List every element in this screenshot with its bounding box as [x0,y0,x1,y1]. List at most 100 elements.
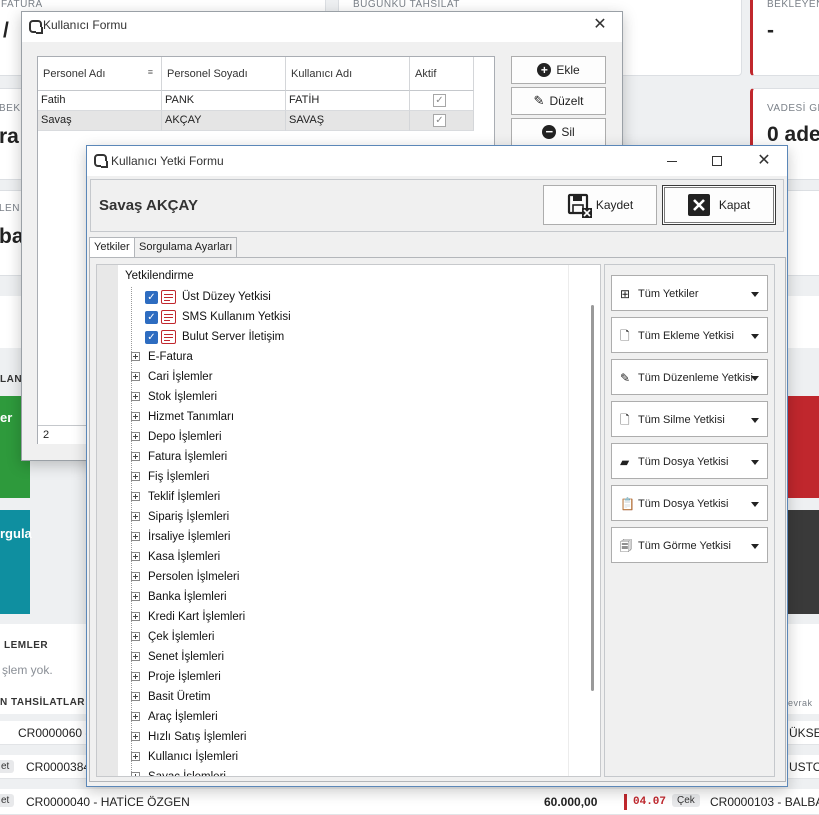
row-count: 2 [43,429,50,441]
permission-tree[interactable]: Yetkilendirme ✓ Üst Düzey Yetkisi ✓ SMS … [96,264,601,777]
tree-item-label: Üst Düzey Yetkisi [182,291,271,303]
bulk-permission-dropdown[interactable]: 🗐 Tüm Görme Yetkisi [611,527,768,563]
expand-icon[interactable] [131,732,140,741]
file-edit-icon: ✎ [620,371,631,385]
expand-icon[interactable] [131,712,140,721]
user-name-heading: Savaş AKÇAY [99,197,198,214]
expand-icon[interactable] [131,592,140,601]
teal-tile[interactable]: rgula [0,510,32,614]
expand-icon[interactable] [131,392,140,401]
tab-sorgulama-ayarlari[interactable]: Sorgulama Ayarları [134,237,238,257]
expand-icon[interactable] [131,532,140,541]
tree-group-label: Fiş İşlemleri [148,471,210,483]
row-right: ÜKSEL [789,726,819,740]
bulk-permission-dropdown[interactable]: 🗋 Tüm Silme Yetkisi [611,401,768,437]
teal-tile-label: rgula [0,526,32,541]
tree-group-label: Kasa İşlemleri [148,551,221,563]
bulk-permission-dropdown[interactable]: ✎ Tüm Düzenleme Yetkisi [611,359,768,395]
expand-icon[interactable] [131,552,140,561]
row-date: 04.07 [624,794,666,810]
dropdown-label: Tüm Dosya Yetkisi [638,498,729,510]
expand-icon[interactable] [131,752,140,761]
expand-icon[interactable] [131,512,140,521]
kapat-button[interactable]: Kapat [662,185,776,225]
bulk-permission-dropdown[interactable]: 📋 Tüm Dosya Yetkisi [611,485,768,521]
perm-form-titlebar[interactable]: Kullanıcı Yetki Formu ✕ [87,146,787,176]
kaydet-button[interactable]: Kaydet [543,185,657,225]
red-tile[interactable] [786,396,819,498]
expand-icon[interactable] [131,632,140,641]
clipboard-icon: 📋 [620,497,635,511]
aktif-checkbox[interactable]: ✓ [433,94,446,107]
col-header-label: Kullanıcı Adı [291,68,353,80]
expand-icon[interactable] [131,572,140,581]
tree-group-label: Depo İşlemleri [148,431,222,443]
expand-icon[interactable] [131,652,140,661]
close-icon[interactable]: ✕ [749,150,779,172]
row-tag-cek: Çek [672,794,700,807]
chevron-down-icon [751,460,759,465]
bulk-permission-dropdown[interactable]: 🗋 Tüm Ekleme Yetkisi [611,317,768,353]
row-right: CR0000103 - BALBAK [710,795,819,809]
tree-scrollbar[interactable] [568,265,600,776]
user-form-titlebar[interactable]: Kullanıcı Formu ✕ [22,12,622,42]
dropdown-label: Tüm Silme Yetkisi [638,414,725,426]
green-tile-label: er [0,410,13,425]
col-header-aktif[interactable]: Aktif [410,57,474,91]
close-icon[interactable]: ✕ [585,14,615,36]
row-tag: et [0,794,15,807]
bulk-permission-dropdown[interactable]: ▰ Tüm Dosya Yetkisi [611,443,768,479]
evrak-label: evrak [788,698,813,708]
tree-root-label: Yetkilendirme [125,270,194,282]
row-code: CR0000040 - HATİCE ÖZGEN [26,795,190,809]
tree-group-label: Araç İşlemleri [148,711,218,723]
tree-group-label: Hızlı Satış İşlemleri [148,731,247,743]
tab-yetkiler[interactable]: Yetkiler [89,237,135,258]
checkbox-checked[interactable]: ✓ [145,291,158,304]
expand-icon[interactable] [131,692,140,701]
tree-group-label: Fatura İşlemleri [148,451,228,463]
ekle-button[interactable]: + Ekle [511,56,606,84]
sil-button[interactable]: − Sil [511,118,606,146]
tree-group-label: Hizmet Tanımları [148,411,235,423]
expand-icon[interactable] [131,472,140,481]
section-label: LAN [0,374,23,385]
expand-icon[interactable] [131,352,140,361]
minimize-icon[interactable] [657,150,687,172]
bekleyen-card[interactable]: BEKLEYEN - [750,0,819,76]
chevron-down-icon [751,292,759,297]
tree-gutter [97,265,118,776]
dark-tile[interactable] [786,510,819,614]
chevron-down-icon [751,502,759,507]
expand-icon[interactable] [131,672,140,681]
cell-ad: Savaş [38,111,162,131]
kaydet-label: Kaydet [595,198,634,212]
tree-group-label: Proje İşlemleri [148,671,221,683]
row-amount: 60.000,00 [544,795,598,809]
card2-value: ra [0,125,19,148]
expand-icon[interactable] [131,412,140,421]
col-header-personel-soyadi[interactable]: Personel Soyadı [162,57,286,91]
expand-icon[interactable] [131,772,140,776]
checkbox-checked[interactable]: ✓ [145,331,158,344]
maximize-icon[interactable] [702,150,732,172]
expand-icon[interactable] [131,432,140,441]
col-header-personel-adi[interactable]: Personel Adı ≡ [38,57,162,91]
bekleyen-value: - [767,19,774,42]
expand-icon[interactable] [131,492,140,501]
aktif-checkbox[interactable]: ✓ [433,114,446,127]
expand-icon[interactable] [131,612,140,621]
expand-icon[interactable] [131,452,140,461]
user-form-title: Kullanıcı Formu [43,18,128,32]
duzelt-button[interactable]: ✎ Düzelt [511,87,606,115]
tahsilat-row[interactable]: et CR0000040 - HATİCE ÖZGEN 60.000,00 04… [0,789,819,815]
bugunku-tahsilat-label: BUGÜNKÜ TAHSİLAT [353,0,460,10]
permission-icon [161,310,176,324]
scrollbar-thumb[interactable] [591,305,594,691]
bulk-permission-dropdown[interactable]: ⊞ Tüm Yetkiler [611,275,768,311]
tree-group-label: Banka İşlemleri [148,591,227,603]
expand-icon[interactable] [131,372,140,381]
col-header-kullanici-adi[interactable]: Kullanıcı Adı [286,57,410,91]
tree-group-label: Persolen İşlmeleri [148,571,240,583]
checkbox-checked[interactable]: ✓ [145,311,158,324]
